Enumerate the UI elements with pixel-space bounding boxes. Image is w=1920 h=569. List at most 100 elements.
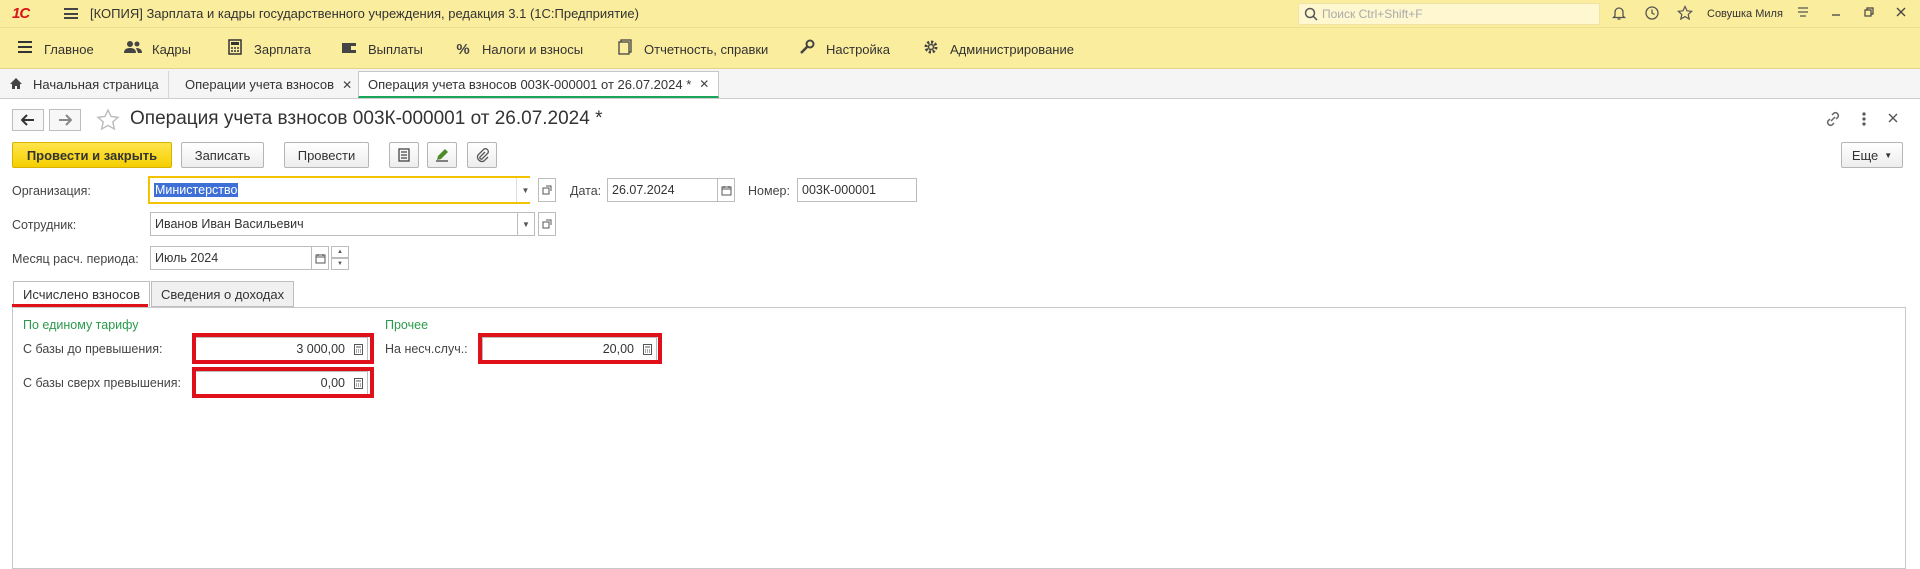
paperclip-icon: [476, 148, 489, 163]
base-under-limit-label: С базы до превышения:: [23, 342, 163, 356]
tab-label: Операция учета взносов 003К-000001 от 26…: [368, 76, 692, 92]
menu-item-settings[interactable]: Настройка: [798, 28, 890, 70]
tab-operation-document[interactable]: Операция учета взносов 003К-000001 от 26…: [358, 71, 720, 98]
history-icon[interactable]: [1643, 5, 1661, 23]
more-button[interactable]: Еще ▼: [1841, 142, 1903, 168]
open-windows-bar: Начальная страница Операции учета взносо…: [0, 69, 1920, 99]
menu-item-hr[interactable]: Кадры: [124, 28, 191, 70]
search-icon: [1304, 7, 1318, 21]
employee-dropdown-icon[interactable]: ▼: [517, 212, 535, 236]
date-label: Дата:: [570, 184, 602, 198]
more-vertical-icon[interactable]: [1860, 110, 1868, 131]
user-name[interactable]: Совушка Миля: [1707, 8, 1783, 20]
reports-icon: [616, 39, 634, 59]
tab-home[interactable]: Начальная страница: [0, 71, 169, 98]
restore-icon[interactable]: [1860, 5, 1878, 23]
menu-item-payments[interactable]: Выплаты: [340, 28, 423, 70]
month-value: Июль 2024: [155, 251, 219, 265]
month-up-icon[interactable]: ▲: [331, 246, 349, 258]
favorite-star-icon[interactable]: [96, 108, 120, 135]
tab-label: Операции учета взносов: [185, 77, 335, 92]
close-tab-icon[interactable]: ✕: [699, 77, 709, 91]
calculator-icon: [226, 39, 244, 59]
organization-value: Министерство: [154, 183, 239, 197]
document-list-icon: [398, 148, 410, 162]
highlight-box: [192, 367, 374, 398]
save-button[interactable]: Записать: [181, 142, 264, 168]
wrench-icon: [798, 39, 816, 59]
menu-item-admin[interactable]: Администрирование: [922, 28, 1074, 70]
employee-label: Сотрудник:: [12, 218, 77, 232]
date-value: 26.07.2024: [612, 183, 675, 197]
sections-menu: Главное Кадры Зарплата Выплаты % Налоги …: [0, 27, 1920, 69]
people-icon: [124, 40, 142, 58]
base-over-limit-label: С базы сверх превышения:: [23, 376, 182, 390]
settings-menu-icon[interactable]: [1794, 5, 1812, 23]
organization-field[interactable]: Министерство: [148, 176, 530, 204]
employee-open-icon[interactable]: [538, 212, 556, 236]
search-placeholder: Поиск Ctrl+Shift+F: [1322, 7, 1423, 21]
gear-icon: [922, 39, 940, 59]
menu-item-label: Выплаты: [368, 41, 423, 57]
menu-item-main[interactable]: Главное: [16, 28, 94, 70]
accident-insurance-label: На несч.случ.:: [385, 342, 468, 356]
post-button[interactable]: Провести: [284, 142, 369, 168]
title-bar: 1С [КОПИЯ] Зарплата и кадры государствен…: [0, 0, 1920, 27]
percent-icon: %: [456, 40, 470, 58]
menu-item-label: Кадры: [152, 41, 191, 57]
home-icon: [9, 77, 23, 93]
tab-label: Начальная страница: [33, 77, 159, 92]
tab-income-info[interactable]: Сведения о доходах: [151, 281, 295, 307]
calendar-icon[interactable]: [717, 178, 735, 202]
forward-button[interactable]: [49, 109, 81, 131]
arrow-left-icon: [21, 114, 34, 126]
menu-item-label: Зарплата: [254, 41, 311, 57]
wallet-icon: [340, 41, 358, 58]
tab-operations-list[interactable]: Операции учета взносов ✕: [176, 71, 363, 98]
menu-item-taxes[interactable]: % Налоги и взносы: [454, 28, 583, 70]
chevron-down-icon: ▼: [1884, 150, 1893, 160]
month-label: Месяц расч. периода:: [12, 252, 139, 266]
list-icon: [16, 40, 34, 58]
link-icon[interactable]: [1824, 110, 1842, 131]
minimize-icon[interactable]: [1827, 5, 1845, 23]
organization-open-icon[interactable]: [538, 178, 556, 202]
postings-button[interactable]: [427, 142, 457, 168]
single-tariff-group-title: По единому тарифу: [23, 318, 139, 332]
edit-pen-icon: [436, 149, 448, 162]
number-field[interactable]: 003К-000001: [797, 178, 917, 202]
menu-item-label: Отчетность, справки: [644, 41, 769, 57]
month-field[interactable]: Июль 2024: [150, 246, 312, 270]
page-title: Операция учета взносов 003К-000001 от 26…: [130, 108, 603, 129]
main-menu-icon[interactable]: [64, 8, 78, 19]
date-field[interactable]: 26.07.2024: [607, 178, 719, 202]
employee-field[interactable]: Иванов Иван Васильевич: [150, 212, 518, 236]
window-title: [КОПИЯ] Зарплата и кадры государственног…: [90, 6, 639, 21]
employee-value: Иванов Иван Васильевич: [155, 217, 304, 231]
arrow-right-icon: [59, 114, 72, 126]
highlight-box: [192, 333, 374, 364]
month-calendar-icon[interactable]: [311, 246, 329, 270]
menu-item-label: Администрирование: [950, 41, 1074, 57]
close-form-icon[interactable]: [1887, 112, 1899, 127]
menu-item-salary[interactable]: Зарплата: [226, 28, 311, 70]
post-and-close-button[interactable]: Провести и закрыть: [12, 142, 172, 168]
month-down-icon[interactable]: ▼: [331, 258, 349, 270]
attachments-button[interactable]: [467, 142, 497, 168]
number-value: 003К-000001: [802, 183, 877, 197]
search-input[interactable]: Поиск Ctrl+Shift+F: [1298, 3, 1600, 25]
close-tab-icon[interactable]: ✕: [342, 78, 352, 92]
menu-item-label: Налоги и взносы: [482, 41, 584, 57]
favorites-star-icon[interactable]: [1676, 5, 1694, 23]
organization-label: Организация:: [12, 184, 91, 198]
menu-item-reports[interactable]: Отчетность, справки: [616, 28, 768, 70]
app-logo: 1С: [12, 4, 30, 22]
bell-icon[interactable]: [1610, 5, 1628, 23]
highlight-box: [478, 333, 662, 364]
close-window-icon[interactable]: [1892, 5, 1910, 23]
organization-dropdown-icon[interactable]: ▼: [516, 178, 534, 202]
print-button[interactable]: [389, 142, 419, 168]
other-group-title: Прочее: [385, 318, 429, 332]
menu-item-label: Настройка: [826, 41, 890, 57]
back-button[interactable]: [12, 109, 44, 131]
